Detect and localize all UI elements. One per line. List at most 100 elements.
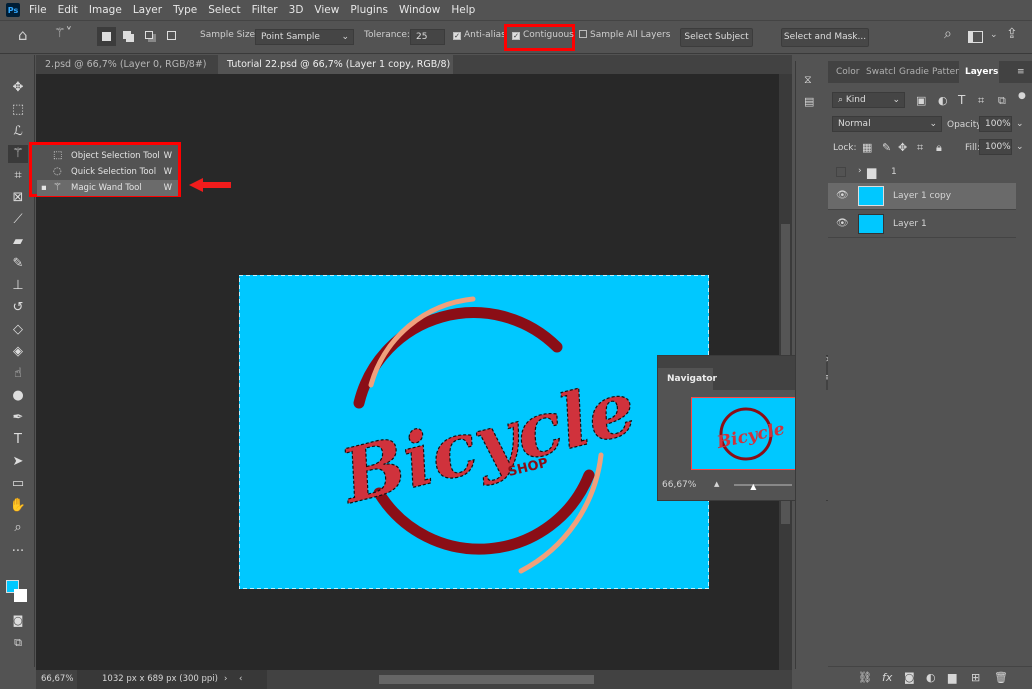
type-filter-icon[interactable]: T: [958, 93, 965, 107]
type-tool-icon[interactable]: T: [8, 431, 28, 449]
eye-icon[interactable]: 👁︎: [836, 190, 849, 201]
workspace-icon[interactable]: [968, 31, 983, 43]
marquee-tool-icon[interactable]: ⬚: [8, 101, 28, 119]
healing-brush-icon[interactable]: ▰: [8, 233, 28, 251]
fx-icon[interactable]: fx: [882, 671, 892, 684]
lock-transparent-icon[interactable]: ▦: [862, 141, 872, 154]
new-selection-button[interactable]: [97, 27, 116, 46]
opacity-input[interactable]: 100%: [979, 116, 1012, 132]
adjustment-filter-icon[interactable]: ◐: [938, 94, 948, 107]
rectangle-tool-icon[interactable]: ▭: [8, 475, 28, 493]
menu-file[interactable]: File: [29, 4, 47, 16]
eraser-tool-icon[interactable]: ◇: [8, 321, 28, 339]
search-icon[interactable]: ⌕: [944, 26, 952, 42]
smart-object-filter-icon[interactable]: ⧉: [998, 94, 1006, 108]
add-selection-button[interactable]: [123, 31, 131, 39]
filter-kind-select[interactable]: ⌕ Kind ⌄: [832, 92, 905, 108]
more-tools-icon[interactable]: ···: [8, 543, 28, 561]
zoom-tool-icon[interactable]: ⌕: [8, 519, 28, 537]
layer-group-1[interactable]: › ▆ 1: [828, 159, 1016, 186]
menu-window[interactable]: Window: [399, 4, 440, 16]
document-canvas[interactable]: Bicycle SHOP: [239, 275, 709, 589]
select-and-mask-button[interactable]: Select and Mask...: [781, 28, 869, 47]
menu-help[interactable]: Help: [451, 4, 475, 16]
blend-mode-select[interactable]: Normal ⌄: [832, 116, 942, 132]
filter-toggle[interactable]: ●: [1018, 91, 1026, 101]
scroll-left-icon[interactable]: ‹: [239, 670, 242, 689]
tab-2-psd[interactable]: 2.psd @ 66,7% (Layer 0, RGB/8#) * ✕: [36, 55, 214, 89]
navigator-tab[interactable]: Navigator: [658, 368, 717, 390]
history-icon[interactable]: ⧖: [804, 73, 812, 87]
paint-bucket-icon[interactable]: ◈: [8, 343, 28, 361]
tab-tutorial-22[interactable]: Tutorial 22.psd @ 66,7% (Layer 1 copy, R…: [218, 55, 453, 89]
zoom-out-icon[interactable]: ▲: [714, 480, 719, 488]
menu-filter[interactable]: Filter: [252, 4, 278, 16]
menu-select[interactable]: Select: [208, 4, 240, 16]
clone-stamp-icon[interactable]: ⊥: [8, 277, 28, 295]
link-layers-icon[interactable]: ⛓︎: [858, 671, 872, 684]
panel-menu-icon[interactable]: ≡: [1017, 67, 1025, 77]
menu-layer[interactable]: Layer: [133, 4, 162, 16]
slider-thumb[interactable]: ▲: [750, 482, 756, 491]
menu-3d[interactable]: 3D: [289, 4, 304, 16]
move-tool-icon[interactable]: ✥: [8, 79, 28, 97]
smudge-tool-icon[interactable]: ☝: [8, 365, 28, 383]
adjustment-layer-icon[interactable]: ◐: [926, 671, 936, 684]
chevron-down-icon[interactable]: ⌄: [990, 30, 998, 40]
layer-1[interactable]: 👁︎ Layer 1: [828, 211, 1016, 238]
comments-icon[interactable]: ▤: [804, 95, 814, 108]
lock-artboard-icon[interactable]: ⌗: [917, 141, 923, 155]
home-icon[interactable]: ⌂: [18, 26, 28, 44]
eye-icon[interactable]: 👁︎: [836, 218, 849, 229]
brush-tool-icon[interactable]: ✎: [8, 255, 28, 273]
share-icon[interactable]: ⇪: [1006, 26, 1018, 42]
menu-edit[interactable]: Edit: [58, 4, 78, 16]
sample-all-layers-checkbox[interactable]: Sample All Layers: [579, 30, 670, 40]
navigator-zoom-slider[interactable]: [734, 484, 792, 486]
eyedropper-tool-icon[interactable]: ⟋: [8, 211, 28, 229]
flyout-quick-selection-tool[interactable]: ◌ Quick Selection Tool W: [37, 164, 178, 180]
select-subject-button[interactable]: Select Subject: [680, 28, 753, 47]
fill-input[interactable]: 100%: [979, 139, 1012, 155]
navigator-preview[interactable]: Bicycle: [691, 397, 801, 470]
navigator-zoom-value[interactable]: 66,67%: [662, 480, 696, 490]
crop-tool-icon[interactable]: ⌗: [8, 167, 28, 185]
menu-view[interactable]: View: [314, 4, 339, 16]
path-selection-icon[interactable]: ➤: [8, 453, 28, 471]
menu-plugins[interactable]: Plugins: [350, 4, 388, 16]
chevron-right-icon[interactable]: ›: [224, 670, 227, 689]
horizontal-scrollbar[interactable]: [379, 675, 594, 684]
lock-position-icon[interactable]: ✥: [898, 141, 907, 154]
chevron-down-icon[interactable]: ⌄: [1016, 119, 1024, 129]
tab-swatches[interactable]: Swatcl: [866, 61, 896, 83]
chevron-down-icon[interactable]: ⌄: [1016, 142, 1024, 152]
anti-alias-checkbox[interactable]: ✓ Anti-alias: [453, 30, 506, 40]
tab-layers[interactable]: Layers: [959, 61, 999, 83]
screen-mode-icon[interactable]: ⧉: [8, 634, 28, 652]
tab-color[interactable]: Color: [836, 61, 860, 83]
tolerance-input[interactable]: 25: [410, 29, 445, 45]
expand-icon[interactable]: ›: [858, 166, 862, 176]
visibility-toggle[interactable]: [836, 167, 846, 177]
contiguous-checkbox[interactable]: ✓ Contiguous: [512, 30, 574, 40]
magic-wand-preset-icon[interactable]: ⚚˅: [54, 26, 72, 41]
menu-image[interactable]: Image: [89, 4, 122, 16]
pen-tool-icon[interactable]: ✒: [8, 409, 28, 427]
history-brush-icon[interactable]: ↺: [8, 299, 28, 317]
status-zoom[interactable]: 66,67%: [41, 670, 73, 689]
intersect-selection-button[interactable]: [167, 31, 176, 40]
add-mask-icon[interactable]: ◙: [904, 671, 915, 684]
quick-mask-icon[interactable]: ◙: [8, 612, 28, 630]
lock-pixels-icon[interactable]: ✎: [882, 141, 891, 154]
tab-patterns[interactable]: Patten: [932, 61, 961, 83]
lock-all-icon[interactable]: 🔒︎: [936, 141, 942, 155]
flyout-object-selection-tool[interactable]: ⬚ Object Selection Tool W: [37, 148, 178, 164]
magic-wand-tool-icon[interactable]: ⚚: [8, 145, 28, 163]
pixel-filter-icon[interactable]: ▣: [916, 94, 926, 107]
flyout-magic-wand-tool[interactable]: ▪ ⚚ Magic Wand Tool W: [37, 180, 178, 196]
frame-tool-icon[interactable]: ⊠: [8, 189, 28, 207]
sample-size-select[interactable]: Point Sample ⌄: [255, 29, 354, 45]
hand-tool-icon[interactable]: ✋: [8, 497, 28, 515]
layer-1-copy[interactable]: 👁︎ Layer 1 copy: [828, 183, 1016, 210]
shape-filter-icon[interactable]: ⌗: [978, 94, 984, 108]
